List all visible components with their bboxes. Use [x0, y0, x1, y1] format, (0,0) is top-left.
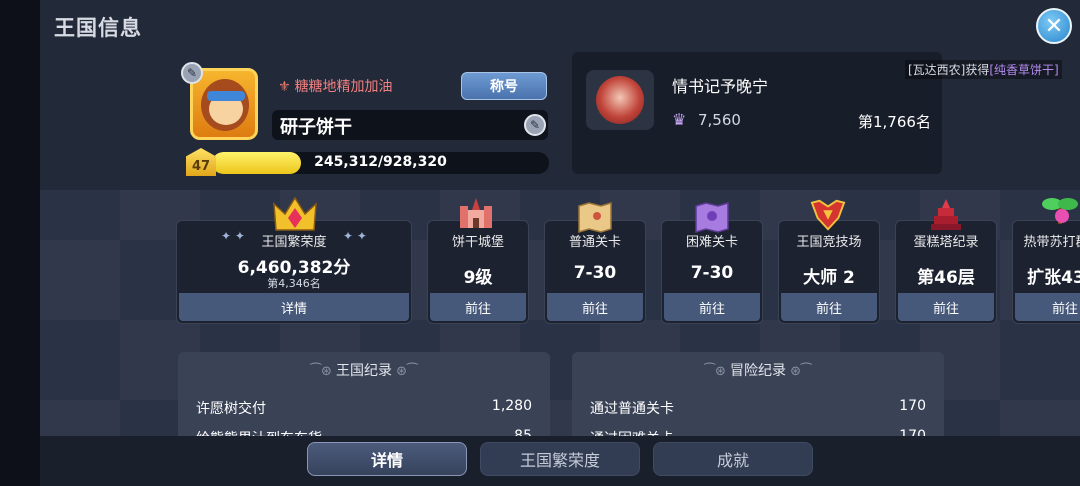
map-icon	[578, 201, 612, 234]
name-edit-icon[interactable]: ✎	[524, 114, 546, 136]
card-value: 7-30	[690, 263, 734, 283]
guild-points: 7,560	[698, 111, 741, 129]
card-normal-stage: 普通关卡 7-30 前往	[544, 220, 646, 324]
card-prosperity: ✦ ✦ ✦ ✦ 王国繁荣度 6,460,382分 第4,346名 详情	[176, 220, 412, 324]
arena-shield-icon	[810, 199, 846, 231]
card-label: 王国竞技场	[796, 235, 862, 250]
crown-icon	[273, 196, 317, 231]
card-tropical: 热带苏打群 扩张43 前往	[1012, 220, 1080, 324]
prosperity-detail-button[interactable]: 详情	[179, 293, 409, 321]
ornament-icon: ⁀⊛	[310, 364, 336, 379]
adventure-records-title: ⁀⊛ 冒险纪录 ⊛⁀	[704, 363, 812, 379]
page-title: 王国信息	[54, 16, 142, 40]
avatar-edit-icon[interactable]: ✎	[181, 62, 203, 84]
guild-rank: 第1,766名	[858, 113, 931, 131]
normal-stage-go-button[interactable]: 前往	[547, 293, 643, 321]
card-castle: 饼干城堡 9级 前往	[427, 220, 529, 324]
kingdom-records-title: ⁀⊛ 王国纪录 ⊛⁀	[310, 363, 418, 379]
card-label: 饼干城堡	[451, 235, 504, 250]
xp-text: 245,312/928,320	[314, 154, 447, 170]
guild-points-icon: ♛	[672, 110, 687, 129]
player-title-tag: ⚜ 糖糖地精加加油	[278, 79, 393, 95]
ornament-icon: ⊛⁀	[392, 364, 418, 379]
title-tag-icon: ⚜	[278, 79, 291, 95]
adventure-records-panel: ⁀⊛ 冒险纪录 ⊛⁀ 通过普通关卡 170 通过困难关卡 170	[572, 352, 944, 442]
title-button[interactable]: 称号	[461, 72, 547, 100]
tab-prosperity[interactable]: 王国繁荣度	[480, 442, 640, 476]
broadcast-notice: [瓦达西农]获得[纯香草饼干]	[905, 60, 1062, 79]
tab-details[interactable]: 详情	[307, 442, 467, 476]
hard-stage-go-button[interactable]: 前往	[664, 293, 760, 321]
guild-emblem-icon	[586, 70, 654, 130]
close-button[interactable]: ✕	[1036, 8, 1072, 44]
guild-name: 情书记予晚宁	[672, 77, 769, 96]
card-value: 第46层	[917, 268, 975, 288]
tropical-go-button[interactable]: 前往	[1015, 293, 1080, 321]
card-arena: 王国竞技场 大师 2 前往	[778, 220, 880, 324]
tropical-icon	[1042, 198, 1078, 224]
cake-tower-go-button[interactable]: 前往	[898, 293, 994, 321]
ornament-icon: ⁀⊛	[704, 364, 730, 379]
close-icon: ✕	[1044, 13, 1064, 39]
card-label: 蛋糕塔纪录	[913, 235, 979, 250]
castle-go-button[interactable]: 前往	[430, 293, 526, 321]
tab-achievements[interactable]: 成就	[653, 442, 813, 476]
card-value: 7-30	[573, 263, 617, 283]
castle-icon	[460, 198, 492, 228]
list-item: 通过普通关卡 170	[590, 398, 926, 417]
left-bezel	[0, 0, 40, 486]
card-rank: 第4,346名	[267, 277, 321, 290]
card-label: 热带苏打群	[1023, 235, 1080, 250]
player-name: 研子饼干	[280, 117, 352, 138]
card-value: 大师 2	[803, 268, 855, 288]
purple-map-icon	[695, 201, 729, 234]
list-item: 许愿树交付 1,280	[196, 398, 532, 417]
arena-go-button[interactable]: 前往	[781, 293, 877, 321]
card-hard-stage: 困难关卡 7-30 前往	[661, 220, 763, 324]
card-cake-tower: 蛋糕塔纪录 第46层 前往	[895, 220, 997, 324]
card-value: 9级	[463, 268, 493, 288]
card-value: 扩张43	[1027, 268, 1080, 288]
kingdom-records-panel: ⁀⊛ 王国纪录 ⊛⁀ 许愿树交付 1,280 给熊熊果汁到东东货 85	[178, 352, 550, 442]
tower-icon	[931, 199, 961, 230]
ornament-icon: ⊛⁀	[786, 364, 812, 379]
